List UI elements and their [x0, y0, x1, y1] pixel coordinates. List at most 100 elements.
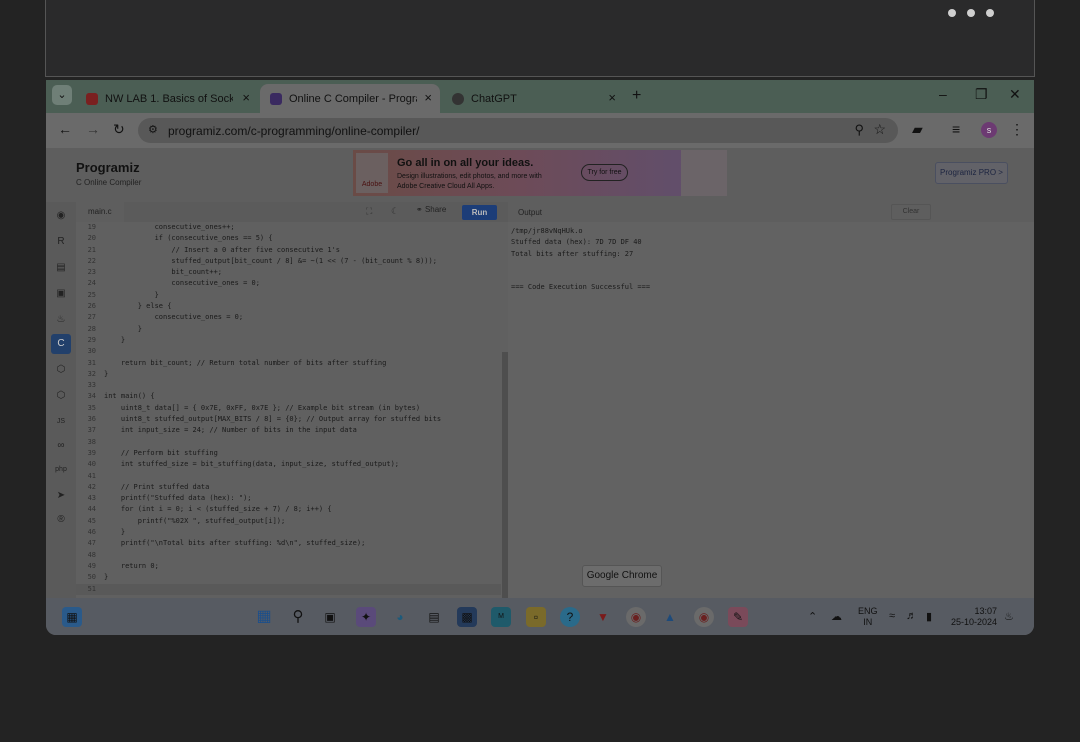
help-icon[interactable]: ?: [560, 607, 580, 627]
battery-icon[interactable]: ▮: [926, 610, 932, 623]
zoom-icon[interactable]: ⚲: [854, 122, 864, 138]
reload-icon[interactable]: ↻: [113, 121, 125, 138]
code-line[interactable]: 36 uint8_t stuffed_output[MAX_BITS / 8] …: [76, 414, 501, 425]
minimize-icon[interactable]: –: [939, 86, 947, 102]
code-line[interactable]: 34 int main() {: [76, 391, 501, 402]
site-info-icon[interactable]: ⚙: [148, 123, 158, 136]
code-line[interactable]: 45 printf("%02X ", stuffed_output[i]);: [76, 516, 501, 527]
c-lang-icon[interactable]: C: [51, 334, 71, 354]
mail-app-icon[interactable]: M: [491, 607, 511, 627]
app-shark-icon[interactable]: ▲: [660, 607, 680, 627]
code-line[interactable]: 49 return 0;: [76, 561, 501, 572]
mcafee-icon[interactable]: ▼: [593, 607, 613, 627]
tab-search-icon[interactable]: ⌄: [52, 85, 72, 105]
code-line[interactable]: 38: [76, 437, 501, 448]
url-text[interactable]: programiz.com/c-programming/online-compi…: [168, 124, 419, 138]
code-line[interactable]: 25 }: [76, 290, 501, 301]
output-console[interactable]: /tmp/jr88vNqHUk.o Stuffed data (hex): 7D …: [511, 226, 650, 294]
code-line[interactable]: 35 uint8_t data[] = { 0x7E, 0xFF, 0x7E }…: [76, 403, 501, 414]
microsoft-store-icon[interactable]: ▩: [457, 607, 477, 627]
cpp-icon[interactable]: ⬡: [53, 362, 69, 378]
code-line[interactable]: 42 // Print stuffed data: [76, 482, 501, 493]
code-line[interactable]: 47 printf("\nTotal bits after stuffing: …: [76, 538, 501, 549]
code-line[interactable]: 40 int stuffed_size = bit_stuffing(data,…: [76, 459, 501, 470]
start-icon[interactable]: ▦: [254, 607, 274, 627]
swift-icon[interactable]: ➤: [53, 488, 69, 504]
share-button[interactable]: ⚭ Share: [416, 205, 446, 214]
close-tab-icon[interactable]: ×: [424, 90, 432, 105]
ad-banner[interactable]: Adobe Go all in on all your ideas. Desig…: [353, 150, 727, 196]
code-line[interactable]: 39 // Perform bit stuffing: [76, 448, 501, 459]
address-bar[interactable]: ⚙ programiz.com/c-programming/online-com…: [138, 118, 898, 143]
programiz-logo[interactable]: Programiz C Online Compiler: [76, 160, 141, 187]
chrome-profile-icon[interactable]: ◉: [694, 607, 714, 627]
system-clock[interactable]: 13:07 25-10-2024: [951, 606, 997, 628]
java-icon[interactable]: ♨: [53, 312, 69, 328]
onedrive-icon[interactable]: ☁: [831, 610, 842, 623]
copilot-icon[interactable]: ✦: [356, 607, 376, 627]
extensions-icon[interactable]: ▰: [912, 121, 923, 138]
clear-button[interactable]: Clear: [891, 204, 931, 220]
javascript-icon[interactable]: JS: [53, 414, 69, 430]
restore-icon[interactable]: ❐: [975, 86, 988, 103]
notifications-bell-icon[interactable]: ♨: [1004, 610, 1014, 623]
close-window-icon[interactable]: ✕: [1009, 86, 1021, 103]
tab-youtube[interactable]: NW LAB 1. Basics of Socket Pro ×: [76, 84, 258, 113]
code-line[interactable]: 23 bit_count++;: [76, 267, 501, 278]
more-options-icon[interactable]: [948, 9, 994, 17]
code-line[interactable]: 51: [76, 583, 501, 595]
code-line[interactable]: 48: [76, 550, 501, 561]
close-tab-icon[interactable]: ×: [242, 90, 250, 105]
csharp-icon[interactable]: ⬡: [53, 388, 69, 404]
widgets-icon[interactable]: ▦: [62, 607, 82, 627]
profile-avatar[interactable]: s: [981, 122, 997, 138]
code-line[interactable]: 43 printf("Stuffed data (hex): ");: [76, 493, 501, 504]
code-line[interactable]: 19 consecutive_ones++;: [76, 222, 501, 233]
code-line[interactable]: 33: [76, 380, 501, 391]
php-icon[interactable]: php: [53, 462, 69, 478]
file-explorer-icon[interactable]: ▫: [526, 607, 546, 627]
python-icon[interactable]: ◉: [53, 208, 69, 224]
code-area[interactable]: 19 consecutive_ones++; 20 if (consecutive…: [76, 222, 501, 598]
snipping-tool-icon[interactable]: ✎: [728, 607, 748, 627]
tab-programiz[interactable]: Online C Compiler - Programiz ×: [260, 84, 440, 113]
tab-chatgpt[interactable]: ChatGPT ×: [442, 84, 624, 113]
wifi-icon[interactable]: ≈: [889, 610, 895, 622]
code-line[interactable]: 41: [76, 471, 501, 482]
code-line[interactable]: 46 }: [76, 527, 501, 538]
code-line[interactable]: 26 } else {: [76, 301, 501, 312]
html-icon[interactable]: ▣: [53, 286, 69, 302]
ad-cta-button[interactable]: Try for free: [581, 164, 628, 181]
code-line[interactable]: 22 stuffed_output[bit_count / 8] &= ~(1 …: [76, 256, 501, 267]
code-line[interactable]: 44 for (int i = 0; i < (stuffed_size + 7…: [76, 504, 501, 515]
close-tab-icon[interactable]: ×: [608, 90, 616, 105]
code-line[interactable]: 29 }: [76, 335, 501, 346]
go-icon[interactable]: ∞: [53, 438, 69, 454]
show-hidden-icons[interactable]: ⌃: [808, 610, 817, 623]
new-tab-icon[interactable]: +: [632, 87, 641, 105]
theme-toggle-icon[interactable]: ☾: [391, 206, 399, 217]
edge-icon[interactable]: ◕: [390, 607, 410, 627]
file-tab[interactable]: main.c: [76, 202, 124, 222]
volume-icon[interactable]: ♬: [906, 610, 917, 622]
code-line[interactable]: 27 consecutive_ones = 0;: [76, 312, 501, 323]
rust-icon[interactable]: ®: [53, 512, 69, 528]
code-line[interactable]: 20 if (consecutive_ones == 5) {: [76, 233, 501, 244]
language-indicator[interactable]: ENG IN: [858, 606, 878, 628]
forward-icon[interactable]: →: [86, 121, 100, 137]
sql-icon[interactable]: ▤: [53, 260, 69, 276]
bookmark-star-icon[interactable]: ☆: [873, 121, 886, 138]
programiz-pro-button[interactable]: Programiz PRO >: [935, 162, 1008, 184]
back-icon[interactable]: ←: [58, 121, 72, 137]
code-line[interactable]: 50}: [76, 572, 501, 583]
search-icon[interactable]: ⚲: [288, 607, 308, 627]
code-line[interactable]: 31 return bit_count; // Return total num…: [76, 358, 501, 369]
code-line[interactable]: 24 consecutive_ones = 0;: [76, 278, 501, 289]
chrome-icon[interactable]: ◉: [626, 607, 646, 627]
code-line[interactable]: 21 // Insert a 0 after five consecutive …: [76, 245, 501, 256]
store-app-icon[interactable]: ▤: [424, 607, 444, 627]
run-button[interactable]: Run: [462, 205, 497, 220]
task-view-icon[interactable]: ▣: [320, 607, 340, 627]
code-line[interactable]: 28 }: [76, 324, 501, 335]
r-lang-icon[interactable]: R: [53, 234, 69, 250]
